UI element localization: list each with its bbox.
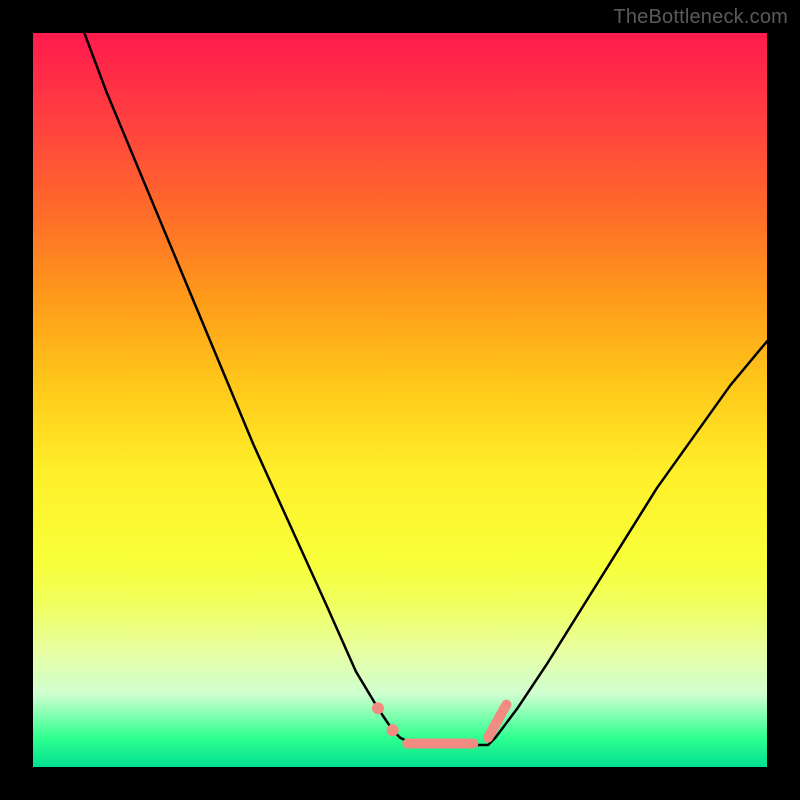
bottleneck-curve [84, 33, 767, 745]
data-marker [387, 724, 399, 736]
data-marker [488, 705, 506, 738]
data-marker [372, 702, 384, 714]
watermark-text: TheBottleneck.com [613, 6, 788, 29]
chart-svg [33, 33, 767, 767]
chart-layers [84, 33, 767, 745]
plot-area [33, 33, 767, 767]
chart-frame: TheBottleneck.com [0, 0, 800, 800]
